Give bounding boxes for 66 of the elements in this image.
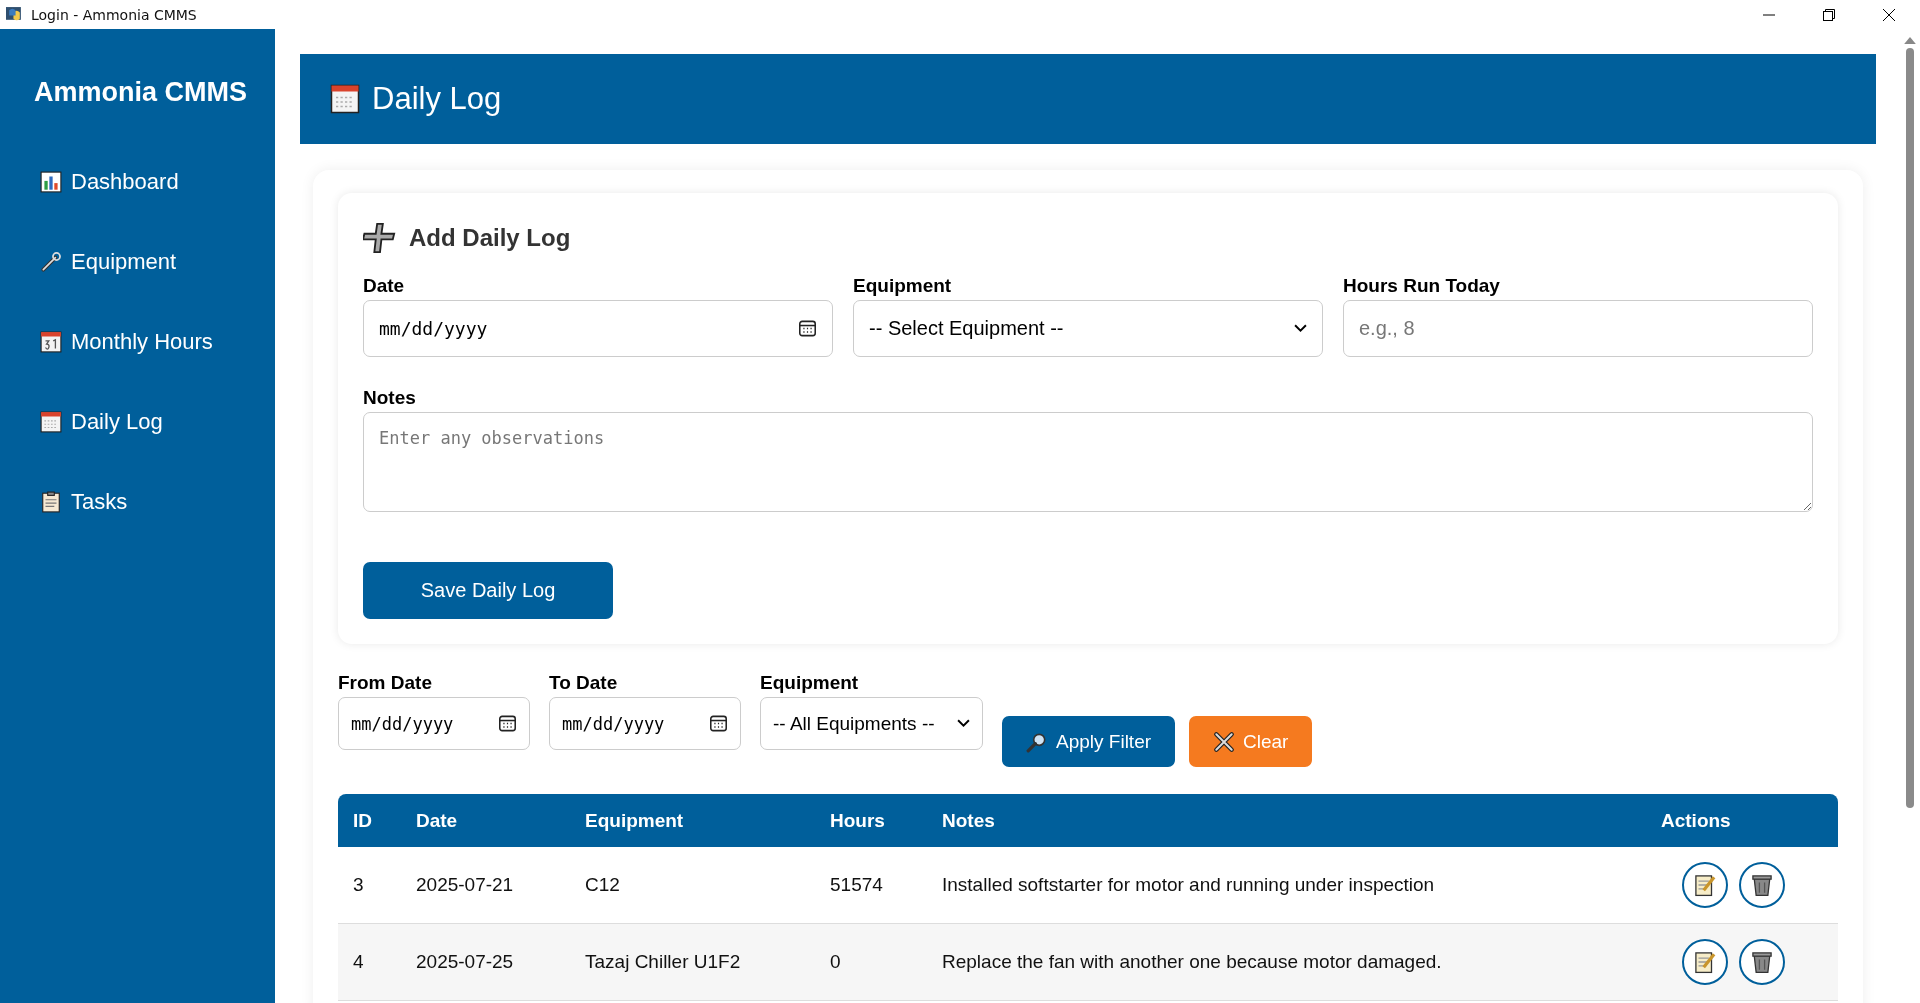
app-title: Ammonia CMMS: [34, 77, 248, 108]
field-label: To Date: [549, 672, 619, 694]
column-header: Actions: [1660, 809, 1732, 832]
apply-filter-button[interactable]: Apply Filter: [1002, 716, 1176, 767]
table-cell-text: Replace the fan with another one because motor damaged.: [941, 951, 1443, 973]
plus-icon: [363, 221, 397, 255]
table-cell-text: 3: [352, 874, 365, 896]
table-cell-text: 2025-07-25: [415, 951, 515, 973]
table-cell-text: 2025-07-21: [415, 874, 515, 896]
sidebar-item[interactable]: Monthly Hours: [40, 302, 275, 382]
note-icon: [1692, 949, 1718, 975]
close-icon[interactable]: [1882, 7, 1896, 22]
calendar-icon: [330, 84, 360, 114]
scroll-up-icon[interactable]: [1904, 37, 1916, 44]
cross-icon: [1213, 730, 1236, 753]
date-field[interactable]: mm/dd/yyyy: [338, 697, 530, 750]
date-field[interactable]: mm/dd/yyyy: [549, 697, 741, 750]
sidebar-item[interactable]: Tasks: [40, 462, 275, 542]
column-header: Hours: [829, 809, 886, 832]
table-cell-text: C12: [584, 874, 621, 896]
trash-icon: [1749, 872, 1775, 898]
field-label: Equipment: [760, 672, 860, 694]
trash-icon: [1749, 949, 1775, 975]
field-label: Date: [363, 275, 406, 297]
table-cell-text: 4: [352, 951, 365, 973]
table-cell-text: 51574: [829, 874, 884, 896]
chevron-down-icon: [957, 719, 970, 728]
edit-button[interactable]: [1682, 939, 1728, 985]
chevron-down-icon: [1294, 324, 1307, 333]
delete-button[interactable]: [1739, 862, 1785, 908]
calendar-icon[interactable]: [798, 319, 817, 338]
column-header: Date: [415, 809, 459, 832]
hours-field[interactable]: e.g., 8: [1343, 300, 1813, 357]
window-title: Login - Ammonia CMMS: [31, 6, 197, 23]
restore-icon[interactable]: [1822, 7, 1836, 22]
equipment-select[interactable]: -- Select Equipment --: [853, 300, 1323, 357]
app-icon: [6, 6, 23, 23]
bar-chart-icon: [40, 171, 62, 193]
sidebar-item[interactable]: Dashboard: [40, 142, 275, 222]
note-icon: [1692, 872, 1718, 898]
field-label: Notes: [363, 387, 417, 409]
calendar-icon[interactable]: [709, 714, 728, 733]
calendar-icon[interactable]: [498, 714, 517, 733]
calendar-icon: [40, 411, 62, 433]
wrench-icon: [40, 251, 62, 273]
calendar-icon: [40, 331, 62, 353]
form-title: Add Daily Log: [409, 224, 571, 252]
clipboard-icon: [40, 491, 62, 513]
field-label: Hours Run Today: [1343, 275, 1501, 297]
date-field[interactable]: mm/dd/yyyy: [363, 300, 833, 357]
column-header: Notes: [941, 809, 996, 832]
column-header: Equipment: [584, 809, 685, 832]
delete-button[interactable]: [1739, 939, 1785, 985]
edit-button[interactable]: [1682, 862, 1728, 908]
field-label: Equipment: [853, 275, 953, 297]
field-label: From Date: [338, 672, 433, 694]
table-cell-text: 0: [829, 951, 842, 973]
sidebar-item[interactable]: Equipment: [40, 222, 275, 302]
save-button[interactable]: Save Daily Log: [363, 562, 613, 619]
page-title: Daily Log: [372, 81, 502, 117]
sidebar-item[interactable]: Daily Log: [40, 382, 275, 462]
notes-field[interactable]: Enter any observations: [363, 412, 1813, 512]
table-cell-text: Tazaj Chiller U1F2: [584, 951, 742, 973]
equipment-select[interactable]: -- All Equipments --: [760, 697, 983, 750]
column-header: ID: [352, 809, 373, 832]
table-cell-text: Installed softstarter for motor and running under inspection: [941, 874, 1436, 896]
